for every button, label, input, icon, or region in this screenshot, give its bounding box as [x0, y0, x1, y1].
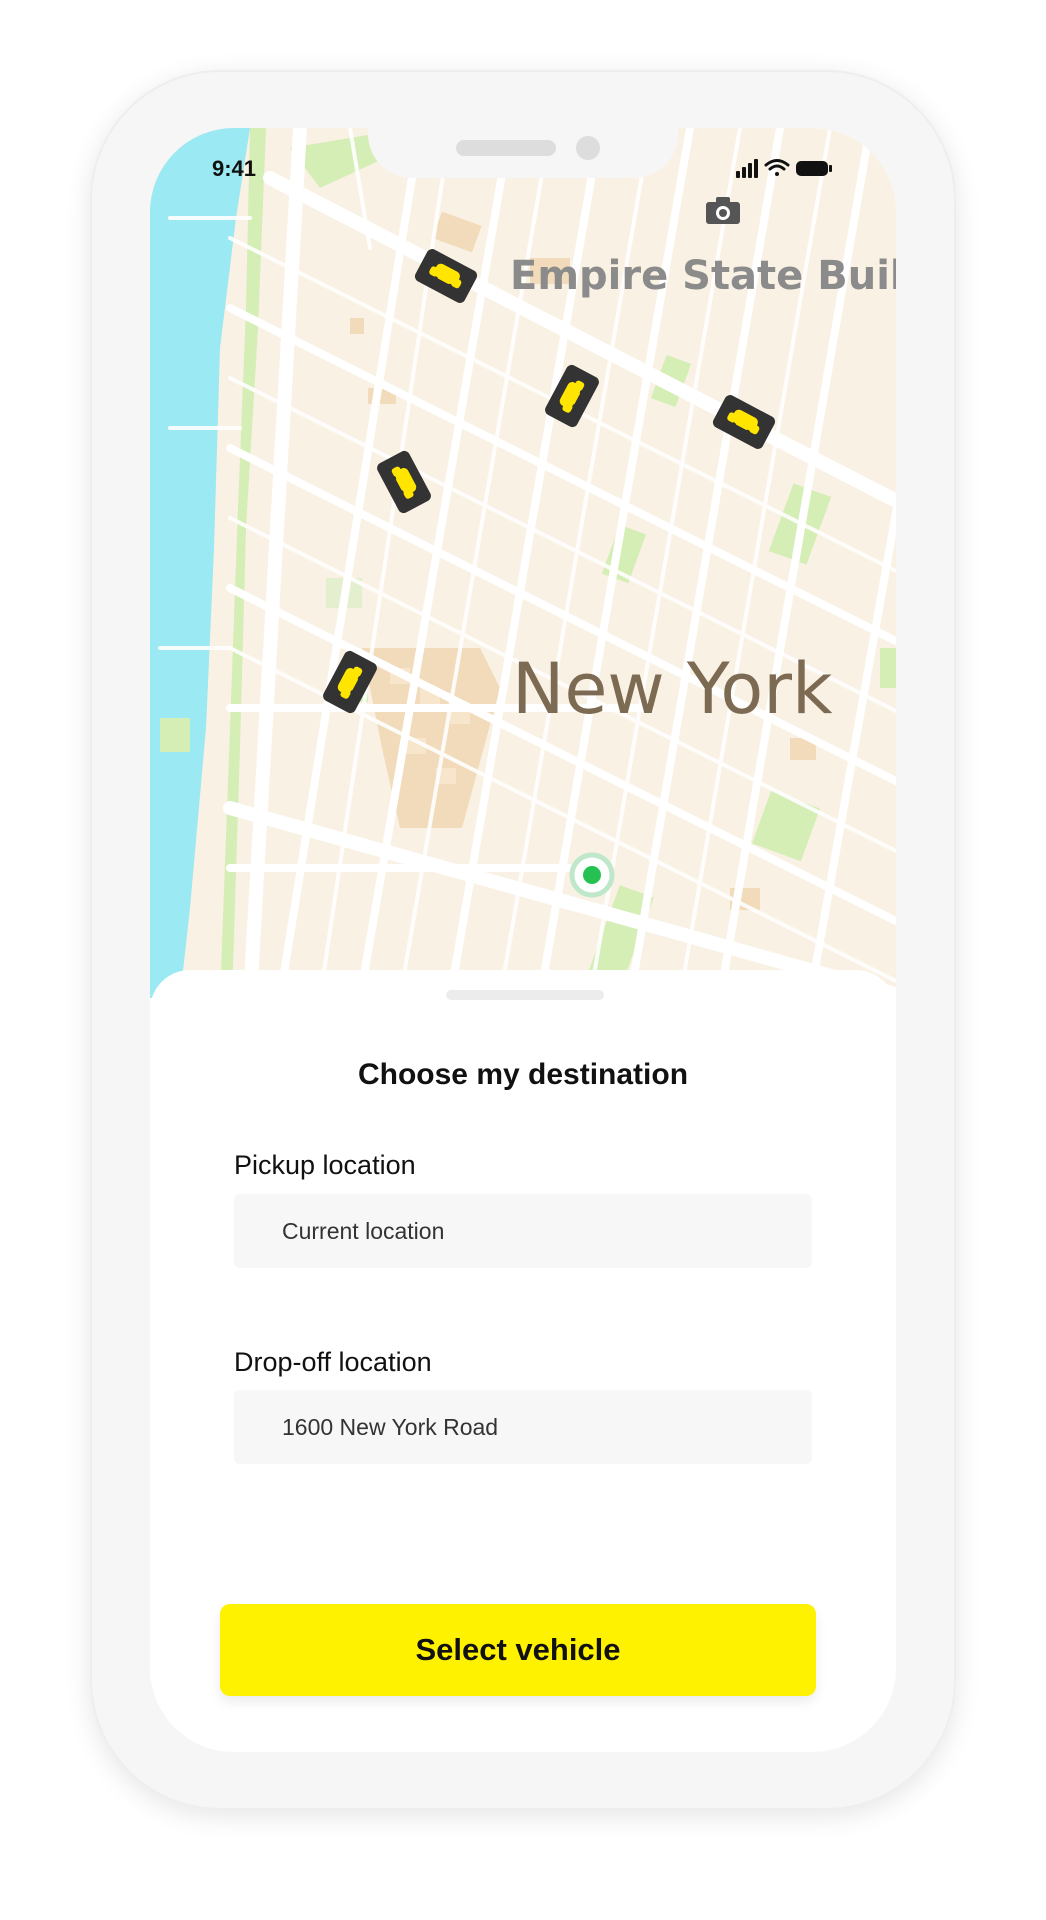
- battery-icon: [796, 161, 832, 176]
- front-camera: [576, 136, 600, 160]
- city-label: New York: [512, 648, 833, 730]
- phone-screen: Empire State Buildi New York 9:4: [150, 128, 896, 1752]
- notch: [368, 128, 678, 178]
- dropoff-input[interactable]: [234, 1390, 812, 1464]
- speaker-grille: [456, 140, 556, 156]
- sheet-title: Choose my destination: [357, 1058, 689, 1091]
- phone-frame: Empire State Buildi New York 9:4: [90, 70, 956, 1810]
- poi-label: Empire State Buildi: [510, 253, 896, 299]
- map-view[interactable]: Empire State Buildi New York: [150, 128, 896, 998]
- dropoff-label: Drop-off location: [234, 1347, 432, 1377]
- status-time: 9:41: [212, 156, 257, 181]
- select-vehicle-button[interactable]: Select vehicle: [220, 1604, 816, 1696]
- pickup-label: Pickup location: [234, 1150, 416, 1180]
- current-location-dot[interactable]: [569, 852, 615, 898]
- pickup-input[interactable]: [234, 1194, 812, 1268]
- camera-icon: [706, 197, 740, 224]
- signal-icon: [736, 159, 758, 178]
- status-icons: [736, 159, 832, 178]
- wifi-icon: [764, 159, 790, 176]
- sheet-handle[interactable]: [446, 990, 604, 1000]
- destination-sheet: Choose my destination Pickup location Dr…: [150, 970, 896, 1752]
